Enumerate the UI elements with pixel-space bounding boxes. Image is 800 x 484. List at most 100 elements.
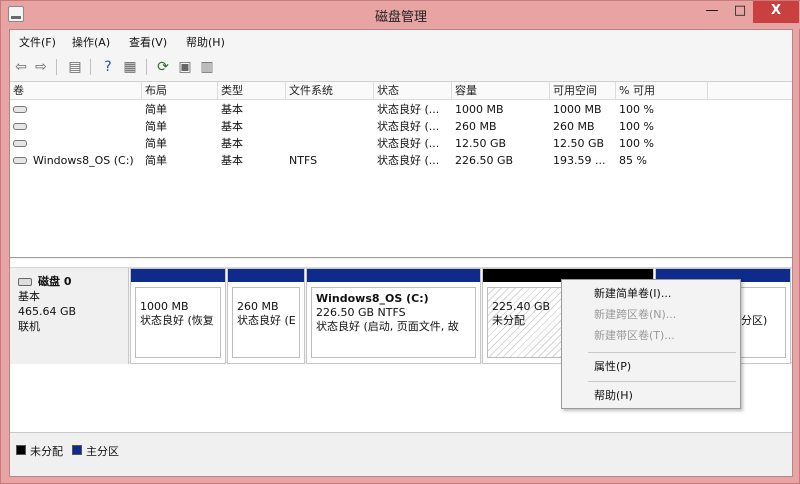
legend-label-unallocated: 未分配 (30, 445, 63, 458)
cell-layout: 简单 (145, 120, 167, 133)
partition-body: Windows8_OS (C:) 226.50 GB NTFS 状态良好 (启动… (311, 287, 476, 358)
column-header-status[interactable]: 状态 (374, 82, 452, 100)
cell-capacity: 12.50 GB (455, 137, 507, 150)
cell-status: 状态良好 (... (377, 154, 440, 167)
partition-recovery[interactable]: 1000 MB 状态良好 (恢复 (130, 268, 226, 364)
legend-label-primary: 主分区 (86, 445, 119, 458)
cell-filesystem (286, 118, 374, 135)
table-row[interactable]: Windows8_OS (C:) 简单 基本 NTFS 状态良好 (... 22… (10, 152, 792, 169)
cell-type: 基本 (221, 103, 243, 116)
menu-view[interactable]: 查看(V) (129, 34, 167, 50)
cell-volume (30, 118, 142, 135)
partition-status: 分区) (741, 314, 768, 327)
back-arrow-icon[interactable]: ⇦ (12, 58, 30, 76)
properties-icon[interactable]: ▦ (121, 58, 139, 76)
refresh-icon[interactable]: ⟳ (154, 58, 172, 76)
maximize-button[interactable]: □ (726, 1, 754, 23)
disk-size: 465.64 GB (18, 305, 77, 318)
menu-properties[interactable]: 属性(P) (594, 359, 631, 375)
cell-type: 基本 (221, 120, 243, 133)
legend-bar: 未分配 主分区 (10, 432, 792, 476)
menu-separator (588, 352, 736, 353)
table-row[interactable]: 简单 基本 状态良好 (... 12.50 GB 12.50 GB 100 % (10, 135, 792, 152)
volume-icon (13, 123, 27, 130)
close-button[interactable]: X (753, 1, 799, 23)
menu-help-item[interactable]: 帮助(H) (594, 388, 633, 404)
disk-management-window: 磁盘管理 — □ X 文件(F) 操作(A) 查看(V) 帮助(H) ⇦ ⇨ ▤… (0, 0, 800, 484)
menu-new-spanned-volume[interactable]: 新建跨区卷(N)... (594, 307, 676, 323)
menu-bar: 文件(F) 操作(A) 查看(V) 帮助(H) (10, 30, 792, 52)
cell-free-space: 1000 MB (553, 103, 602, 116)
table-row[interactable]: 简单 基本 状态良好 (... 260 MB 260 MB 100 % (10, 118, 792, 135)
cell-volume (30, 101, 142, 118)
cell-percent-free: 100 % (619, 120, 654, 133)
menu-file[interactable]: 文件(F) (19, 34, 56, 50)
cell-percent-free: 85 % (619, 154, 647, 167)
context-menu: 新建简单卷(I)... 新建跨区卷(N)... 新建带区卷(T)... 属性(P… (561, 279, 741, 409)
window-title: 磁盘管理 (374, 10, 427, 25)
disk-name: 磁盘 0 (38, 275, 72, 288)
cell-type: 基本 (221, 137, 243, 150)
primary-partition-bar (228, 269, 304, 282)
legend-swatch-unallocated (16, 445, 26, 455)
volume-icon (13, 106, 27, 113)
disk-type: 基本 (18, 290, 40, 303)
title-bar[interactable]: 磁盘管理 — □ X (1, 1, 800, 29)
disk-settings-icon[interactable]: ▥ (198, 58, 216, 76)
partition-status: 状态良好 (恢复 (140, 314, 214, 327)
cell-free-space: 12.50 GB (553, 137, 605, 150)
cell-layout: 简单 (145, 154, 167, 167)
menu-new-simple-volume[interactable]: 新建简单卷(I)... (594, 286, 671, 302)
legend-swatch-primary (72, 445, 82, 455)
column-header-capacity[interactable]: 容量 (452, 82, 550, 100)
table-row[interactable]: 简单 基本 状态良好 (... 1000 MB 1000 MB 100 % (10, 101, 792, 118)
disk-status: 联机 (18, 320, 40, 333)
help-icon[interactable]: ? (99, 58, 117, 76)
cell-percent-free: 100 % (619, 137, 654, 150)
volume-icon (13, 157, 27, 164)
cell-free-space: 193.59 ... (553, 154, 606, 167)
partition-body: 260 MB 状态良好 (E (232, 287, 300, 358)
export-icon[interactable]: ▣ (176, 58, 194, 76)
cell-free-space: 260 MB (553, 120, 595, 133)
column-header-type[interactable]: 类型 (218, 82, 286, 100)
partition-body: 1000 MB 状态良好 (恢复 (135, 287, 221, 358)
minimize-button[interactable]: — (698, 1, 726, 23)
menu-separator (588, 381, 736, 382)
cell-volume: Windows8_OS (C:) (33, 154, 134, 167)
column-header-percent-free[interactable]: % 可用 (616, 82, 708, 100)
column-header-free-space[interactable]: 可用空间 (550, 82, 616, 100)
toolbar-separator (56, 59, 57, 75)
column-header-filesystem[interactable]: 文件系统 (286, 82, 374, 100)
cell-filesystem: NTFS (289, 154, 318, 167)
toolbar-separator (90, 59, 91, 75)
cell-capacity: 226.50 GB (455, 154, 514, 167)
partition-size: 1000 MB (140, 300, 189, 313)
partition-efi[interactable]: 260 MB 状态良好 (E (227, 268, 305, 364)
column-header-volume[interactable]: 卷 (10, 82, 142, 100)
cell-status: 状态良好 (... (377, 103, 440, 116)
disk-0-label[interactable]: 磁盘 0 基本 465.64 GB 联机 (10, 268, 129, 364)
partition-status: 状态良好 (E (237, 314, 296, 327)
column-header-layout[interactable]: 布局 (142, 82, 218, 100)
volume-list-header: 卷 布局 类型 文件系统 状态 容量 可用空间 % 可用 (10, 82, 792, 100)
volume-icon (13, 140, 27, 147)
menu-help[interactable]: 帮助(H) (186, 34, 225, 50)
partition-size: 226.50 GB NTFS (316, 306, 406, 319)
volume-list: 卷 布局 类型 文件系统 状态 容量 可用空间 % 可用 简单 基本 状态良好 … (10, 82, 792, 258)
cell-layout: 简单 (145, 137, 167, 150)
cell-type: 基本 (221, 154, 243, 167)
cell-filesystem (286, 135, 374, 152)
cell-filesystem (286, 101, 374, 118)
forward-arrow-icon[interactable]: ⇨ (32, 58, 50, 76)
client-area: 文件(F) 操作(A) 查看(V) 帮助(H) ⇦ ⇨ ▤ ? ▦ ⟳ ▣ ▥ … (9, 29, 793, 477)
primary-partition-bar (131, 269, 225, 282)
cell-percent-free: 100 % (619, 103, 654, 116)
menu-new-striped-volume[interactable]: 新建带区卷(T)... (594, 328, 675, 344)
console-tree-icon[interactable]: ▤ (66, 58, 84, 76)
disk-icon (18, 278, 32, 286)
menu-action[interactable]: 操作(A) (72, 34, 110, 50)
cell-status: 状态良好 (... (377, 120, 440, 133)
partition-windows8-os-c[interactable]: Windows8_OS (C:) 226.50 GB NTFS 状态良好 (启动… (306, 268, 481, 364)
cell-layout: 简单 (145, 103, 167, 116)
